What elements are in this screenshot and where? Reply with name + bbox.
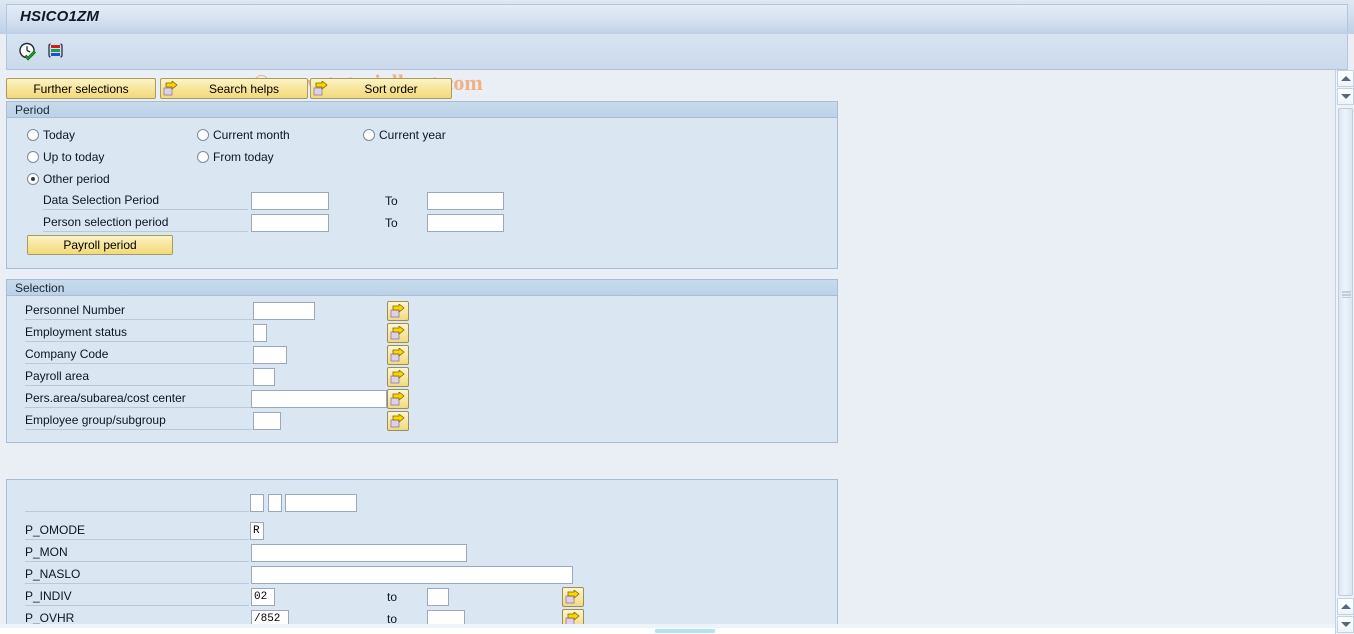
personnel-number-multi-select-button[interactable] (387, 301, 409, 321)
scroll-down-bottom-button[interactable] (1337, 616, 1354, 633)
color-bars-icon[interactable] (45, 41, 67, 63)
p-indiv-to-label: to (387, 590, 398, 604)
radio-from-today-label: From today (213, 150, 274, 164)
radio-current-month[interactable]: Current month (197, 128, 290, 142)
sort-order-label: Sort order (364, 81, 418, 96)
employee-group-subgroup-label: Employee group/subgroup (25, 412, 253, 430)
vertical-scrollbar[interactable] (1335, 70, 1354, 634)
pers-area-subarea-cost-center-label: Pers.area/subarea/cost center (25, 390, 253, 408)
personnel-number-label: Personnel Number (25, 302, 253, 320)
employee-group-subgroup-input[interactable] (253, 412, 281, 430)
p-mon-label: P_MON (25, 544, 249, 562)
clock-check-icon[interactable] (17, 41, 39, 63)
page-title: HSICO1ZM (20, 8, 100, 25)
pers-area-subarea-cost-center-input[interactable] (251, 390, 387, 408)
radio-current-month-indicator[interactable] (197, 129, 209, 141)
data-selection-period-input[interactable] (251, 192, 329, 210)
company-code-multi-select-button[interactable] (387, 345, 409, 365)
employment-status-input[interactable] (253, 324, 267, 342)
p-omode-label: P_OMODE (25, 522, 249, 540)
data-selection-period-label: Data Selection Period (43, 192, 248, 210)
yellow-arrow-icon (313, 80, 329, 96)
employment-status-label: Employment status (25, 324, 253, 342)
horizontal-scrollbar[interactable] (0, 628, 1335, 634)
p-naslo-label: P_NASLO (25, 566, 249, 584)
parameters-panel: P_OMODE P_MON P_NASLO P_INDIV to P_OVHR … (6, 479, 838, 631)
p-indiv-input[interactable] (251, 588, 275, 606)
sap-selection-screen: HSICO1ZM © www.tutorialkart.com Furt (0, 0, 1354, 634)
application-toolbar: © www.tutorialkart.com (6, 34, 1348, 95)
search-helps-label: Search helps (208, 81, 280, 96)
personnel-number-input[interactable] (253, 302, 315, 320)
payroll-area-label: Payroll area (25, 368, 253, 386)
radio-current-year[interactable]: Current year (363, 128, 446, 142)
pers-area-subarea-cost-center-multi-select-button[interactable] (387, 389, 409, 409)
person-selection-period-to-label: To (385, 216, 398, 230)
person-selection-period-to-input[interactable] (427, 214, 504, 232)
radio-up-to-today[interactable]: Up to today (27, 150, 104, 164)
p-indiv-to-input[interactable] (427, 588, 449, 606)
radio-current-month-label: Current month (213, 128, 290, 142)
parameters-top-small-input-2[interactable] (268, 494, 282, 512)
payroll-area-multi-select-button[interactable] (387, 367, 409, 387)
employment-status-multi-select-button[interactable] (387, 323, 409, 343)
sort-order-button[interactable]: Sort order (310, 78, 452, 99)
radio-today-indicator[interactable] (27, 129, 39, 141)
company-code-label: Company Code (25, 346, 253, 364)
parameters-top-wide-input[interactable] (285, 494, 357, 512)
radio-up-to-today-label: Up to today (43, 150, 105, 164)
scroll-down-top-button[interactable] (1337, 88, 1354, 105)
p-naslo-input[interactable] (251, 566, 573, 584)
radio-from-today[interactable]: From today (197, 150, 274, 164)
search-helps-button[interactable]: Search helps (160, 78, 308, 99)
chevron-down-icon (1340, 94, 1351, 99)
person-selection-period-input[interactable] (251, 214, 329, 232)
selection-panel-title: Selection (7, 280, 837, 296)
p-indiv-multi-select-button[interactable] (562, 587, 584, 607)
title-bar-inner (6, 4, 1348, 32)
further-selections-button[interactable]: Further selections (6, 78, 156, 99)
radio-today-label: Today (43, 128, 76, 142)
payroll-area-input[interactable] (253, 368, 275, 386)
period-panel: Period Today Current month Current year … (6, 101, 838, 269)
radio-current-year-indicator[interactable] (363, 129, 375, 141)
radio-up-to-today-indicator[interactable] (27, 151, 39, 163)
radio-other-period-label: Other period (43, 172, 110, 186)
person-selection-period-label: Person selection period (43, 214, 248, 232)
radio-from-today-indicator[interactable] (197, 151, 209, 163)
yellow-arrow-icon (163, 80, 179, 96)
payroll-period-button[interactable]: Payroll period (27, 235, 173, 255)
period-panel-title: Period (7, 102, 837, 118)
scroll-up-top-button[interactable] (1337, 70, 1354, 87)
company-code-input[interactable] (253, 346, 287, 364)
chevron-up-icon (1340, 76, 1351, 81)
further-selections-label: Further selections (33, 81, 129, 96)
payroll-period-label: Payroll period (63, 238, 137, 252)
scrollbar-grip-icon (1342, 291, 1351, 298)
p-omode-input[interactable] (250, 522, 264, 540)
title-bar: HSICO1ZM (0, 0, 1354, 34)
employee-group-subgroup-multi-select-button[interactable] (387, 411, 409, 431)
radio-today[interactable]: Today (27, 128, 75, 142)
chevron-down-icon (1340, 622, 1351, 627)
radio-other-period-indicator[interactable] (27, 173, 39, 185)
chevron-up-icon (1340, 604, 1351, 609)
parameters-top-small-input-1[interactable] (250, 494, 264, 512)
parameters-top-row-label (25, 494, 249, 512)
data-selection-period-to-input[interactable] (427, 192, 504, 210)
p-indiv-label: P_INDIV (25, 588, 249, 606)
radio-current-year-label: Current year (379, 128, 446, 142)
selection-panel: Selection Personnel Number Employment st… (6, 279, 838, 443)
radio-other-period[interactable]: Other period (27, 172, 110, 186)
horizontal-scrollbar-thumb[interactable] (655, 629, 715, 633)
data-selection-period-to-label: To (385, 194, 398, 208)
vertical-scrollbar-thumb[interactable] (1338, 108, 1353, 596)
scroll-up-bottom-button[interactable] (1337, 598, 1354, 615)
p-mon-input[interactable] (251, 544, 467, 562)
